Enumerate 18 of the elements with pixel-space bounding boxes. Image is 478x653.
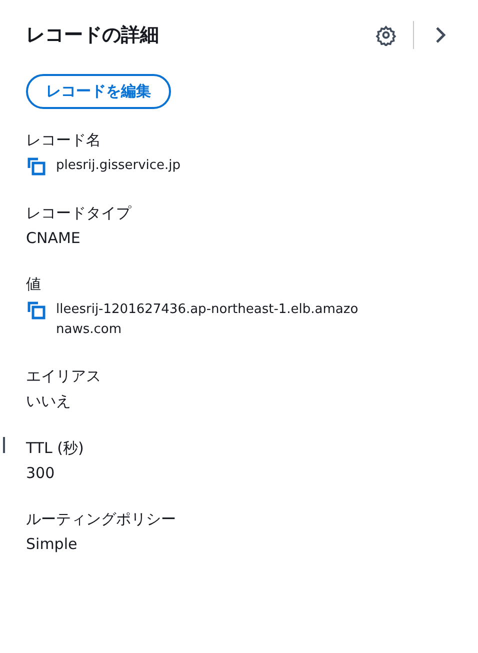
field-value: Simple bbox=[26, 535, 78, 553]
field-label: TTL (秒) bbox=[26, 439, 85, 458]
field-value: lleesrij-1201627436.ap-northeast-1.elb.amazonaws.com bbox=[56, 301, 360, 338]
edit-record-button[interactable]: レコードを編集 bbox=[26, 74, 171, 109]
settings-icon bbox=[375, 24, 397, 46]
copy-icon[interactable] bbox=[26, 156, 46, 176]
field-label: 値 bbox=[26, 275, 42, 294]
field-value: plesrij.gisservice.jp bbox=[56, 157, 181, 175]
field-label: エイリアス bbox=[26, 367, 102, 386]
field-label: レコードタイプ bbox=[26, 204, 132, 223]
panel-title: レコードの詳細 bbox=[26, 23, 160, 48]
resize-handle[interactable] bbox=[3, 437, 5, 453]
field-label: ルーティングポリシー bbox=[26, 510, 177, 529]
field-label: レコード名 bbox=[26, 131, 102, 150]
field-value: 300 bbox=[26, 464, 56, 482]
field-value: CNAME bbox=[26, 229, 82, 247]
copy-icon[interactable] bbox=[26, 300, 46, 320]
field-value: いいえ bbox=[26, 392, 72, 411]
